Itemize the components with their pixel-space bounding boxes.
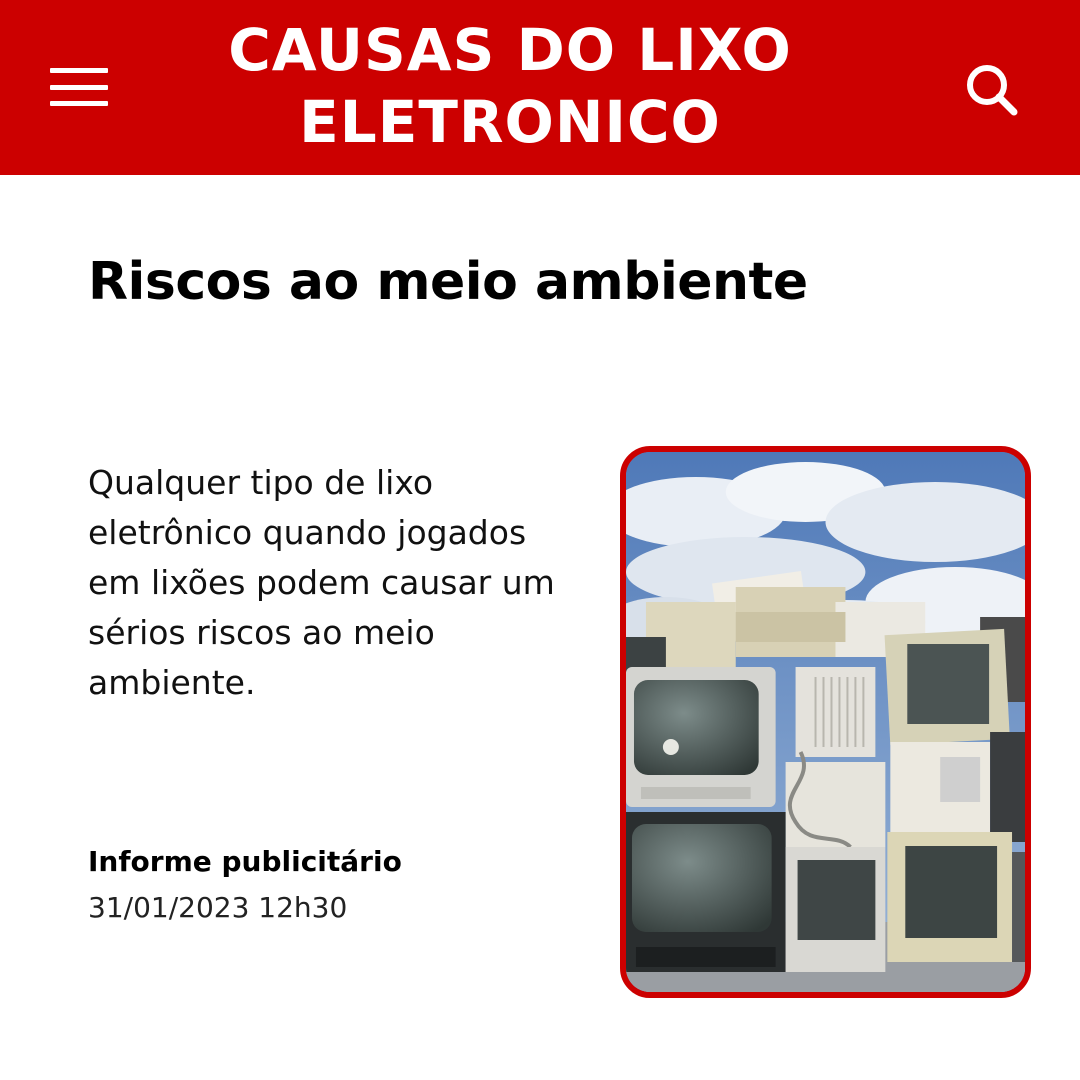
article-body: Qualquer tipo de lixo eletrônico quando … [88, 463, 555, 702]
app-header: CAUSAS DO LIXO ELETRONICO [0, 0, 1080, 175]
app-title: CAUSAS DO LIXO ELETRONICO [228, 16, 792, 156]
menu-line [50, 68, 108, 73]
menu-line [50, 84, 108, 90]
hamburger-menu-icon[interactable] [50, 68, 108, 106]
search-icon[interactable] [962, 60, 1022, 120]
menu-line [50, 101, 108, 106]
article-byline: Informe publicitário [88, 845, 402, 878]
article-photo [620, 446, 1031, 998]
e-waste-photo-illustration [626, 452, 1025, 992]
article-datetime: 31/01/2023 12h30 [88, 891, 348, 924]
article-title: Riscos ao meio ambiente [88, 252, 808, 312]
